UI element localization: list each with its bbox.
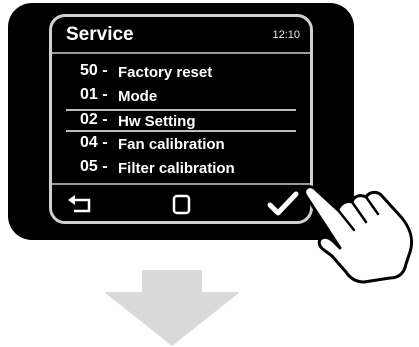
square-icon [172,194,191,215]
menu-item-label: Factory reset [118,64,213,81]
menu-item-label: Filter calibration [118,160,235,177]
clock: 12:10 [272,29,300,41]
menu-item-mode[interactable]: 01 - Mode [52,84,310,108]
menu-item-code: 50 - [80,62,108,79]
menu-item-hw-setting[interactable]: 02 - Hw Setting [52,109,310,132]
stage: Service 12:10 50 - Factory reset 01 - Mo… [0,0,419,347]
menu-item-code: 05 - [80,158,108,175]
pointing-hand-icon [303,185,414,284]
back-button[interactable] [62,191,102,219]
menu-item-label: Hw Setting [118,113,196,130]
header-divider [52,52,310,54]
menu-item-code: 01 - [80,86,108,103]
menu-item-label: Fan calibration [118,136,225,153]
down-arrow-icon [104,270,240,346]
menu-item-label: Mode [118,88,158,105]
screen-header: Service 12:10 [52,17,310,51]
back-arrow-icon [68,195,91,213]
page-title: Service [66,24,134,45]
home-button[interactable] [162,191,202,219]
menu-item-fan-calibration[interactable]: 04 - Fan calibration [52,132,310,156]
menu-item-code: 04 - [80,134,108,151]
menu-item-factory-reset[interactable]: 50 - Factory reset [52,60,310,84]
menu-item-code: 02 - [80,111,108,128]
